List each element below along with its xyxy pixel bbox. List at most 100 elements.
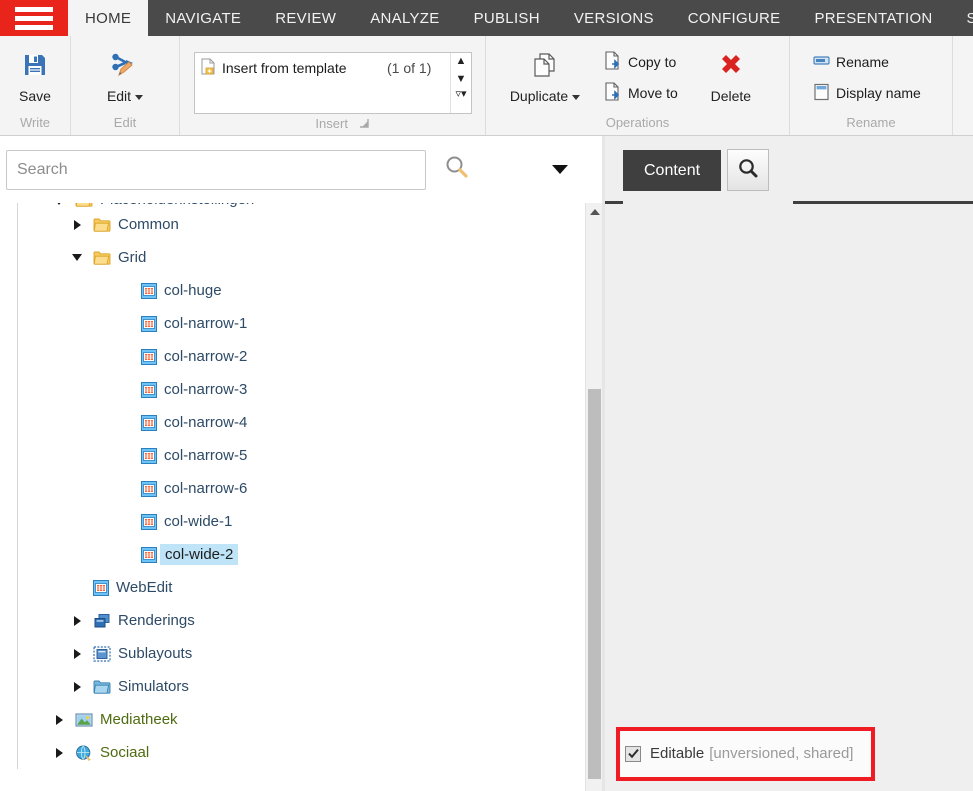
tree-node[interactable]: Grid — [0, 241, 582, 274]
tree-node[interactable]: col-wide-2 — [0, 538, 582, 571]
tree-node[interactable]: col-narrow-5 — [0, 439, 582, 472]
group-title-edit: Edit — [113, 115, 137, 130]
duplicate-label: Duplicate — [509, 88, 569, 104]
item-icon — [141, 348, 157, 365]
tree-node-label: Common — [118, 216, 179, 233]
display-name-button[interactable]: Display name — [812, 81, 921, 105]
group-title-insert: Insert — [180, 114, 485, 135]
save-button[interactable]: Save — [2, 44, 68, 104]
ribbon-tab-configure[interactable]: CONFIGURE — [671, 0, 798, 36]
ribbon-tab-home[interactable]: HOME — [68, 0, 149, 36]
duplicate-pages-icon — [531, 48, 559, 82]
rename-stack: Rename Display name — [812, 44, 921, 105]
media-image-icon — [75, 712, 93, 728]
tree-node-label: col-narrow-1 — [164, 315, 248, 332]
tree-node-label: col-narrow-3 — [164, 381, 248, 398]
delete-button[interactable]: Delete — [698, 44, 764, 104]
item-editor-panel: Content Edit Description [unversioned]: … — [605, 136, 973, 791]
insert-list-scrollbar[interactable]: ▲ ▼ ▿▾ — [450, 53, 471, 113]
tree-node[interactable]: Renderings — [0, 604, 582, 637]
tree-node[interactable]: col-huge — [0, 274, 582, 307]
tree-node-label: Grid — [118, 249, 147, 266]
tree-expand-arrow-icon[interactable] — [52, 746, 66, 760]
search-options-chevron-down-icon[interactable] — [552, 165, 568, 174]
insert-template-listbox[interactable]: Insert from template (1 of 1) ▲ ▼ ▿▾ — [194, 52, 472, 114]
tree-node[interactable]: col-narrow-1 — [0, 307, 582, 340]
tree-node-label: col-narrow-6 — [164, 480, 248, 497]
delete-label: Delete — [710, 88, 752, 104]
item-icon — [141, 546, 157, 563]
insert-from-template-item[interactable]: Insert from template (1 of 1) — [195, 53, 450, 80]
ribbon-tabstrip: HOME NAVIGATE REVIEW ANALYZE PUBLISH VER… — [0, 0, 973, 36]
ribbon-tab-analyze[interactable]: ANALYZE — [353, 0, 456, 36]
tree-no-children-spacer — [70, 581, 84, 595]
tree-scrollbar[interactable] — [585, 203, 603, 791]
tree-node[interactable]: WebEdit — [0, 571, 582, 604]
ribbon-tab-navigate[interactable]: NAVIGATE — [148, 0, 258, 36]
scroll-up-arrow-icon[interactable] — [589, 209, 600, 215]
edit-button[interactable]: Edit — [92, 44, 158, 104]
insert-template-list: Insert from template (1 of 1) — [195, 53, 450, 113]
search-icon[interactable] — [444, 154, 470, 185]
ribbon-tab-label: CONFIGURE — [687, 9, 781, 27]
hamburger-bar — [15, 24, 53, 30]
tree-node[interactable]: Mediatheek — [0, 703, 582, 736]
tree-node[interactable]: col-narrow-2 — [0, 340, 582, 373]
tree-collapse-arrow-icon[interactable] — [70, 251, 84, 265]
tab-content-label: Content — [644, 162, 701, 179]
copy-move-stack: Copy to Move to — [604, 44, 678, 105]
tree-expand-arrow-icon[interactable] — [70, 614, 84, 628]
ribbon-tab-presentation[interactable]: PRESENTATION — [797, 0, 949, 36]
ribbon-tab-publish[interactable]: PUBLISH — [457, 0, 557, 36]
scroll-up-icon[interactable]: ▲ — [456, 56, 467, 67]
move-to-icon — [604, 82, 623, 104]
tree-expand-arrow-icon[interactable] — [52, 713, 66, 727]
item-icon — [141, 414, 157, 431]
copy-to-button[interactable]: Copy to — [604, 50, 678, 74]
tree-node[interactable]: Simulators — [0, 670, 582, 703]
rename-button[interactable]: Rename — [812, 50, 921, 74]
insert-template-count: (1 of 1) — [387, 60, 432, 76]
tree-search-bar — [0, 136, 605, 204]
hamburger-menu-icon[interactable] — [0, 0, 68, 36]
ribbon-tab-versions[interactable]: VERSIONS — [557, 0, 671, 36]
tree-node[interactable]: col-narrow-3 — [0, 373, 582, 406]
sitecore-content-editor: HOME NAVIGATE REVIEW ANALYZE PUBLISH VER… — [0, 0, 973, 791]
tree-expand-arrow-icon[interactable] — [70, 647, 84, 661]
move-to-button[interactable]: Move to — [604, 81, 678, 105]
dialog-launcher-icon[interactable] — [359, 116, 370, 131]
tree-node[interactable]: col-narrow-6 — [0, 472, 582, 505]
chevron-down-icon — [572, 94, 581, 100]
save-label: Save — [19, 88, 51, 104]
tree-expand-arrow-icon[interactable] — [70, 218, 84, 232]
tree-node[interactable]: Common — [0, 208, 582, 241]
tab-search-button[interactable] — [727, 149, 770, 191]
item-icon — [141, 315, 157, 332]
editable-checkbox[interactable] — [625, 745, 641, 762]
duplicate-button[interactable]: Duplicate — [502, 44, 588, 104]
tree-expand-arrow-icon[interactable] — [70, 680, 84, 694]
tree-no-children-spacer — [118, 449, 132, 463]
tree-no-children-spacer — [118, 317, 132, 331]
tree-node[interactable]: Sublayouts — [0, 637, 582, 670]
folder-icon — [93, 217, 111, 233]
tab-content[interactable]: Content — [623, 150, 722, 191]
chevron-down-icon — [135, 94, 144, 100]
tree-node[interactable]: col-wide-1 — [0, 505, 582, 538]
tree-node[interactable]: col-narrow-4 — [0, 406, 582, 439]
check-icon — [627, 748, 639, 759]
scroll-end-icon[interactable]: ▿▾ — [455, 89, 466, 100]
editable-label: Editable — [650, 745, 705, 762]
ribbon-tab-review[interactable]: REVIEW — [258, 0, 353, 36]
insert-template-name: Insert from template — [222, 60, 347, 76]
tree-scrollbar-thumb[interactable] — [588, 389, 601, 779]
tree-node-label: col-huge — [164, 282, 222, 299]
editable-checkbox-row[interactable]: Editable [unversioned, shared] — [625, 745, 853, 762]
tree-node[interactable]: Sociaal — [0, 736, 582, 769]
tree-node-label: Mediatheek — [100, 711, 178, 728]
ribbon-tab-security[interactable]: SE — [950, 0, 973, 36]
ribbon-tab-label: ANALYZE — [370, 9, 440, 27]
search-input[interactable] — [6, 149, 426, 190]
tab-underline-left — [605, 201, 623, 204]
scroll-down-icon[interactable]: ▼ — [456, 74, 467, 85]
